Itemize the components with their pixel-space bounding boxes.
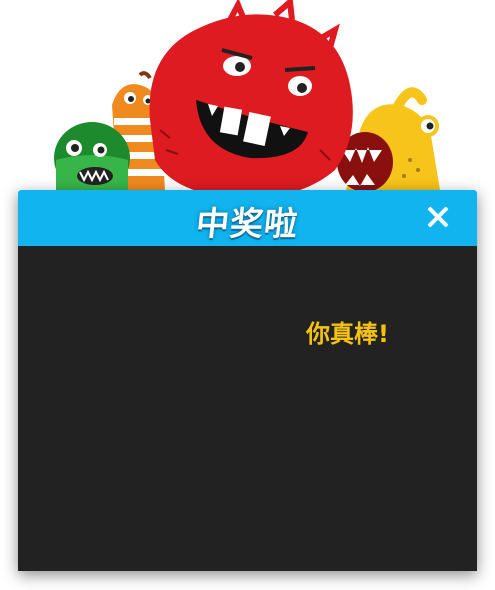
prize-dialog: 中奖啦 你真棒! (18, 190, 477, 571)
congrats-message: 你真棒! (306, 320, 389, 348)
green-monster-icon (54, 122, 130, 194)
dialog-title: 中奖啦 (194, 204, 301, 243)
close-icon[interactable] (425, 204, 451, 230)
prize-popup: 中奖啦 你真棒! (0, 0, 495, 590)
dialog-body: 你真棒! (18, 246, 477, 571)
red-monster-icon (149, 0, 353, 199)
dialog-header: 中奖啦 (18, 190, 477, 246)
